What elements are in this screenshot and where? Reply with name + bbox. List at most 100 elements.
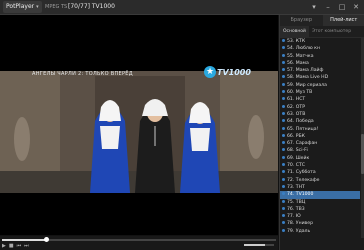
video-area[interactable]: АНГЕЛЫ ЧАРЛИ 2: ТОЛЬКО ВПЕРЁД ★ TV1000 <box>0 15 278 235</box>
playlist-item-label: 71. Суббота <box>287 170 316 176</box>
playlist-item[interactable]: 77. Ю <box>280 213 360 220</box>
window-title: [70/77] TV1000 <box>68 3 115 10</box>
playlist-item[interactable]: 56. Мама <box>280 60 360 67</box>
playlist-item[interactable]: 58. Мама Live HD <box>280 74 360 81</box>
playlist-item-label: 60. Муз ТВ <box>287 90 313 96</box>
minimize-icon[interactable]: – <box>322 2 334 12</box>
playlist-item[interactable]: 55. Матчка <box>280 53 360 60</box>
playlist-tabs: Браузер Плей-лист <box>280 15 364 26</box>
playlist-item[interactable]: 74. TV1000 <box>280 191 360 199</box>
channel-icon <box>282 97 285 101</box>
channel-icon <box>282 170 285 174</box>
channel-icon <box>282 46 285 50</box>
maximize-icon[interactable]: □ <box>336 2 348 12</box>
play-icon[interactable]: ▶ <box>2 243 6 249</box>
playlist-item[interactable]: 62. ОТР <box>280 104 360 111</box>
playlist-item[interactable]: 53. КТК <box>280 38 360 45</box>
playlist-item[interactable]: 71. Суббота <box>280 169 360 176</box>
playlist-item[interactable]: 66. РБК <box>280 133 360 140</box>
playlist-item[interactable]: 79. Удаль <box>280 228 360 235</box>
window-controls: ▾ – □ ✕ <box>308 0 362 14</box>
subtab-this-computer[interactable]: Этот компьютер <box>309 26 354 37</box>
playlist-item[interactable]: 64. Победа <box>280 118 360 125</box>
playlist-item-label: 66. РБК <box>287 133 305 139</box>
playlist-item-label: 64. Победа <box>287 119 314 125</box>
channel-icon <box>282 177 285 181</box>
playlist-item[interactable]: 59. Мир сериала <box>280 82 360 89</box>
playlist-item[interactable]: 54. Люблю кн <box>280 45 360 52</box>
playlist-item[interactable]: 75. ТВЦ <box>280 199 360 206</box>
playlist-item-label: 79. Удаль <box>287 228 311 234</box>
playlist-item-label: 59. Мир сериала <box>287 82 327 88</box>
channel-icon <box>282 68 285 72</box>
channel-icon <box>282 163 285 167</box>
format-label: MPEG TS <box>45 4 68 10</box>
channel-icon <box>282 39 285 42</box>
channel-icon <box>282 119 285 123</box>
channel-icon <box>282 82 285 86</box>
playlist-item-label: 69. Шейк <box>287 155 310 161</box>
channel-logo: ★ TV1000 <box>204 66 251 78</box>
channel-icon <box>282 75 285 79</box>
playlist-item-label: 65. Пятница! <box>287 126 319 132</box>
next-icon[interactable]: ⏭ <box>24 243 29 249</box>
seek-handle[interactable] <box>43 237 49 242</box>
channel-icon <box>282 199 285 203</box>
playlist-item[interactable]: 60. Муз ТВ <box>280 89 360 96</box>
subtab-main[interactable]: Основной <box>280 26 309 37</box>
playlist-item[interactable]: 63. ОТВ <box>280 111 360 118</box>
playlist-item[interactable]: 65. Пятница! <box>280 126 360 133</box>
playlist-item[interactable]: 73. ТНТ <box>280 184 360 191</box>
channel-icon <box>282 206 285 210</box>
playlist-subtabs: Основной Этот компьютер <box>280 26 364 38</box>
playlist-item[interactable]: 72. Телекафе <box>280 177 360 184</box>
playlist-panel: Браузер Плей-лист Основной Этот компьюте… <box>279 15 364 250</box>
playlist-item-label: 72. Телекафе <box>287 177 320 183</box>
control-buttons: ▶ ■ ⏮ ⏭ <box>2 243 29 249</box>
playlist-item[interactable]: 78. Унивeр <box>280 220 360 227</box>
playlist-item-label: 56. Мама <box>287 60 309 66</box>
channel-icon <box>282 53 285 57</box>
prev-icon[interactable]: ⏮ <box>17 243 22 249</box>
playlist-item-label: 57. Мама Лайф <box>287 68 324 74</box>
video-frame <box>0 71 278 193</box>
channel-icon <box>282 90 285 94</box>
playlist-item-label: 58. Мама Live HD <box>287 75 329 81</box>
video-overlay-text: АНГЕЛЫ ЧАРЛИ 2: ТОЛЬКО ВПЕРЁД <box>32 71 133 77</box>
channel-icon <box>282 221 285 225</box>
playlist-list: 53. КТК 54. Люблю кн 55. Матчка 56. Мама 57.… <box>280 38 360 250</box>
playlist-item-label: 76. ТВ3 <box>287 206 305 212</box>
playlist-item[interactable]: 69. Шейк <box>280 155 360 162</box>
channel-icon <box>282 155 285 159</box>
playlist-item[interactable]: 61. НСТ <box>280 96 360 103</box>
channel-icon <box>282 214 285 218</box>
playlist-item-label: 53. КТК <box>287 39 306 44</box>
seek-bar[interactable] <box>2 237 276 242</box>
playlist-item-label: 61. НСТ <box>287 97 306 103</box>
close-icon[interactable]: ✕ <box>350 2 362 12</box>
tab-browser[interactable]: Браузер <box>280 15 323 26</box>
playlist-item[interactable]: 67. Сарафан <box>280 140 360 147</box>
tab-playlist[interactable]: Плей-лист <box>322 15 364 26</box>
playlist-item-label: 68. Sci-Fi <box>287 148 308 154</box>
title-bar: PotPlayer ▾ MPEG TS [70/77] TV1000 ▾ – □ … <box>0 0 364 15</box>
playlist-item[interactable]: 76. ТВ3 <box>280 206 360 213</box>
playlist-item-label: 67. Сарафан <box>287 141 318 147</box>
channel-icon <box>282 141 285 145</box>
channel-icon <box>282 111 285 115</box>
channel-icon <box>282 228 285 232</box>
volume-slider[interactable] <box>244 244 274 246</box>
playlist-item-label: 78. Унивeр <box>287 221 314 227</box>
pin-icon[interactable]: ▾ <box>308 2 320 12</box>
playlist-item-label: 75. ТВЦ <box>287 199 306 205</box>
channel-logo-text: TV1000 <box>217 67 251 77</box>
playlist-item-label: 63. ОТВ <box>287 111 306 117</box>
stop-icon[interactable]: ■ <box>9 243 14 249</box>
channel-icon <box>282 192 285 196</box>
app-menu-button[interactable]: PotPlayer ▾ <box>3 1 42 13</box>
playlist-item[interactable]: 68. Sci-Fi <box>280 147 360 154</box>
playlist-item[interactable]: 70. СТС <box>280 162 360 169</box>
playlist-item[interactable]: 57. Мама Лайф <box>280 67 360 74</box>
playlist-item-label: 77. Ю <box>287 214 301 220</box>
playlist-item-label: 70. СТС <box>287 163 305 169</box>
